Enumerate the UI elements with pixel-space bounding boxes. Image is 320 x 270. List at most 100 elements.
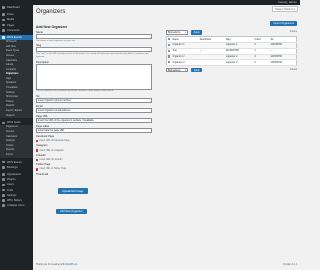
- name-input[interactable]: [36, 34, 152, 39]
- sidebar-item-label: All Events: [6, 40, 17, 44]
- table-row: Organizer 3 organizer-3 0 123456789: [166, 59, 297, 67]
- sidebar-item-label: Posts: [7, 13, 14, 17]
- row-count[interactable]: 0: [253, 59, 270, 67]
- organizers-list: Bulk actions Apply 4 items Name Descript…: [166, 22, 297, 74]
- row-checkbox[interactable]: [168, 49, 171, 52]
- description-textarea[interactable]: [36, 63, 152, 90]
- organizers-table: Name Description Slug Count Tel Organize…: [166, 36, 297, 67]
- sidebar-item-label: Pages: [7, 23, 15, 27]
- version-text: Version 6.1.1: [283, 263, 297, 266]
- submit-wrap: Add New Organizer: [36, 199, 152, 217]
- upload-wrap: Upload/Add Image: [36, 179, 152, 197]
- menu-icon: [2, 23, 5, 27]
- sidebar-item-label: Organizers: [6, 72, 19, 76]
- sidebar-item-label: Calendars: [6, 58, 17, 62]
- sidebar-item-label: Timetables: [6, 86, 18, 90]
- website-input[interactable]: Insert the URL of the organizer's websit…: [36, 117, 152, 123]
- instagram-label: Instagram: [36, 144, 48, 148]
- sidebar-item-label: WPC Sliders: [7, 198, 22, 202]
- footer-credit: Thank you for creating with WordPress.: [36, 263, 78, 266]
- email-input[interactable]: Insert organizer email address.: [36, 107, 152, 113]
- menu-icon: [2, 204, 5, 207]
- sidebar-item-label: Settings: [6, 139, 15, 143]
- sidebar-item-label: Shortcodes: [6, 95, 19, 99]
- menu-icon: [2, 183, 5, 187]
- twitter-row: Insert URL of Twitter Page: [36, 168, 152, 171]
- menu-icon: [2, 18, 5, 22]
- wordpress-link[interactable]: WordPress.: [65, 263, 77, 266]
- select-all-checkbox[interactable]: [168, 38, 171, 41]
- row-checkbox[interactable]: [168, 61, 171, 64]
- form-title: Add New Organizer: [36, 25, 68, 29]
- twitter-input[interactable]: Insert URL of Twitter Page: [40, 168, 67, 170]
- sidebar-item-label: Collapse menu: [7, 204, 25, 208]
- main-content: Screen Options ▾ Organizers Add New Orga…: [33, 5, 300, 270]
- sidebar-item-label: Tags: [6, 76, 12, 80]
- sidebar-item-label: Tools: [7, 188, 14, 192]
- menu-icon: [2, 193, 5, 197]
- sidebar-item-label: Media: [7, 18, 15, 22]
- apply-button[interactable]: Apply: [191, 30, 203, 35]
- row-tel: 123456789: [269, 59, 297, 67]
- facebook-row: Insert URL of Facebook Page: [36, 139, 152, 143]
- facebook-label: Facebook Page: [36, 134, 55, 138]
- sidebar-item-label: Labels: [6, 63, 14, 67]
- sidebar-item-label: Comments: [7, 28, 20, 32]
- add-organizer-form: Add New Organizer Name The name is how i…: [36, 25, 152, 217]
- sidebar-item-label: Tickets: [6, 143, 14, 147]
- menu-icon: [2, 121, 5, 125]
- facebook-input[interactable]: Insert URL of Facebook Page: [40, 140, 70, 142]
- page-label-input[interactable]: Insert label for page URL: [36, 127, 152, 133]
- page-title: Organizers: [36, 9, 66, 15]
- sidebar-item-label: Venues: [6, 53, 14, 57]
- apply-button-bottom[interactable]: Apply: [191, 67, 203, 73]
- menu-icon: [2, 173, 5, 176]
- footer-text: Thank you for creating with: [36, 263, 65, 266]
- instagram-row: Insert URL of Instagram: [36, 149, 152, 152]
- menu-icon: [2, 13, 5, 17]
- menu-icon: [2, 199, 5, 202]
- add-organizer-button[interactable]: Add New Organizer: [56, 208, 87, 215]
- screen-options-button[interactable]: Screen Options ▾: [272, 6, 298, 12]
- sidebar-item-label: Venues: [6, 130, 14, 133]
- sidebar-item-label: Users: [7, 183, 14, 187]
- menu-icon: [2, 6, 5, 9]
- sidebar-item-label: Import: [6, 152, 13, 156]
- tel-input[interactable]: Insert organizer phone number.: [36, 97, 152, 103]
- sidebar-item-label: WCS Events: [7, 160, 22, 164]
- sidebar-item-label: WCS Seats: [7, 121, 21, 125]
- linkedin-icon: [36, 158, 39, 162]
- sidebar-item-collapse-menu[interactable]: Collapse menu: [0, 203, 33, 208]
- sidebar-item-label: Plugins: [7, 178, 16, 182]
- sidebar-item-label: Locations: [6, 67, 17, 71]
- sidebar-item-label: Add New: [6, 44, 16, 48]
- thumbnail-label: Thumbnail: [36, 172, 49, 176]
- sidebar-item-label: Settings: [7, 193, 17, 197]
- upload-image-button[interactable]: Upload/Add Image: [58, 188, 88, 194]
- sidebar-item-label: Organizers: [6, 125, 18, 129]
- bulk-actions-select[interactable]: Bulk actions: [166, 30, 188, 36]
- slug-description: The "slug" is the URL-friendly version o…: [36, 52, 149, 58]
- row-checkbox[interactable]: [168, 43, 171, 47]
- menu-icon: [2, 188, 5, 192]
- items-count-bottom: 4 items: [289, 69, 297, 72]
- description-help: The description is not prominent by defa…: [36, 90, 114, 93]
- linkedin-label: LinkedIn: [36, 153, 46, 157]
- menu-icon: [2, 160, 5, 164]
- sidebar-item-label: Support: [6, 113, 15, 117]
- sidebar-item-label: Bookings: [7, 165, 18, 169]
- sidebar-item-label: Settings: [6, 90, 15, 94]
- menu-icon: [2, 178, 5, 182]
- row-name[interactable]: Organizer 3: [171, 59, 199, 67]
- sidebar-item-label: Import / Export: [6, 109, 22, 113]
- items-count: 4 items: [289, 31, 297, 34]
- row-slug: organizer-3: [224, 59, 254, 67]
- linkedin-input[interactable]: Insert URL of LinkedIn: [40, 159, 63, 161]
- sidebar-item-label: Dashboard: [7, 6, 20, 9]
- bulk-actions-select-bottom[interactable]: Bulk actions: [166, 67, 188, 73]
- row-description: [198, 59, 225, 67]
- instagram-input[interactable]: Insert URL of Instagram: [40, 150, 64, 152]
- menu-icon: [2, 36, 5, 39]
- row-checkbox[interactable]: [168, 55, 171, 58]
- slug-input[interactable]: [36, 47, 152, 53]
